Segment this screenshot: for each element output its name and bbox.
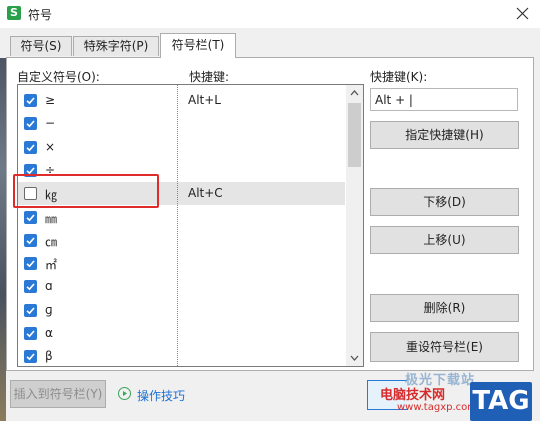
row-symbol: α bbox=[45, 326, 53, 340]
row-hotkey: Alt+C bbox=[188, 186, 223, 201]
tab-symbol-bar[interactable]: 符号栏(T) bbox=[160, 33, 236, 58]
row-checkbox[interactable] bbox=[24, 280, 37, 294]
check-icon bbox=[26, 97, 35, 105]
play-circle-icon bbox=[118, 387, 131, 400]
row-checkbox[interactable] bbox=[24, 117, 37, 131]
list-item[interactable]: − bbox=[18, 112, 345, 135]
scroll-down-icon[interactable] bbox=[346, 349, 363, 366]
row-checkbox[interactable] bbox=[24, 233, 37, 247]
check-icon bbox=[26, 353, 35, 361]
list-scrollbar[interactable] bbox=[346, 85, 363, 366]
row-checkbox[interactable] bbox=[24, 327, 37, 340]
row-checkbox[interactable] bbox=[24, 140, 37, 154]
list-item[interactable]: α bbox=[18, 322, 345, 345]
symbol-dialog: S 符号 符号(S) 特殊字符(P) 符号栏(T) 自定义符号(O): 快捷键:… bbox=[0, 0, 540, 421]
row-symbol: × bbox=[45, 139, 56, 154]
check-icon bbox=[26, 237, 35, 245]
move-up-button[interactable]: 上移(U) bbox=[370, 226, 519, 254]
list-item[interactable]: ≥ Alt+L bbox=[18, 89, 345, 112]
row-checkbox[interactable] bbox=[24, 303, 37, 317]
wps-app-icon: S bbox=[7, 6, 21, 20]
row-symbol: ㎡ bbox=[45, 258, 58, 273]
list-item[interactable]: ㎝ bbox=[18, 229, 345, 252]
check-icon bbox=[26, 283, 35, 291]
custom-symbols-label: 自定义符号(O): bbox=[17, 70, 100, 84]
row-symbol: ɑ bbox=[45, 279, 53, 294]
tab-special-characters[interactable]: 特殊字符(P) bbox=[73, 36, 159, 56]
close-button[interactable] bbox=[510, 2, 534, 26]
close-icon bbox=[516, 7, 528, 20]
watermark-tag-badge: TAG bbox=[470, 382, 532, 421]
assign-hotkey-button[interactable]: 指定快捷键(H) bbox=[370, 121, 519, 149]
window-title: 符号 bbox=[28, 8, 53, 22]
watermark-url: www.tagxp.com bbox=[397, 402, 477, 413]
row-symbol: − bbox=[45, 116, 56, 131]
scroll-up-icon[interactable] bbox=[346, 85, 363, 102]
list-item[interactable]: ɡ bbox=[18, 299, 345, 322]
hotkey-label: 快捷键(K): bbox=[370, 70, 428, 84]
move-down-button[interactable]: 下移(D) bbox=[370, 188, 519, 216]
list-item[interactable]: β bbox=[18, 345, 345, 366]
check-icon bbox=[26, 260, 35, 268]
title-bar: S 符号 bbox=[0, 0, 540, 28]
tab-symbols[interactable]: 符号(S) bbox=[10, 36, 72, 56]
insert-to-symbol-bar-button[interactable]: 插入到符号栏(Y) bbox=[10, 380, 106, 408]
list-item[interactable]: ɑ bbox=[18, 275, 345, 298]
list-item[interactable]: ㎡ bbox=[18, 252, 345, 275]
check-icon bbox=[26, 120, 35, 128]
row-hotkey: Alt+L bbox=[188, 93, 221, 107]
row-symbol: ɡ bbox=[45, 302, 53, 317]
operation-tips-link[interactable]: 操作技巧 bbox=[137, 387, 185, 404]
column-divider bbox=[177, 85, 178, 366]
row-symbol: ㎝ bbox=[45, 234, 58, 249]
custom-symbols-list[interactable]: ≥ Alt+L − × ÷ ㎏ Alt+C ㎜㎝㎡ ɑ ɡ α β bbox=[17, 84, 364, 367]
row-checkbox[interactable] bbox=[24, 350, 37, 364]
delete-button[interactable]: 删除(R) bbox=[370, 294, 519, 322]
check-icon bbox=[26, 307, 35, 315]
check-icon bbox=[26, 330, 35, 338]
watermark-tech-name: 电脑技术网 bbox=[380, 388, 446, 403]
hotkey-column-label: 快捷键: bbox=[189, 70, 230, 84]
row-checkbox[interactable] bbox=[24, 257, 37, 271]
row-symbol: β bbox=[45, 349, 53, 364]
check-icon bbox=[26, 144, 35, 151]
hotkey-input[interactable]: Alt + | bbox=[370, 88, 518, 111]
row-checkbox[interactable] bbox=[24, 94, 37, 107]
scroll-thumb[interactable] bbox=[348, 103, 361, 167]
check-icon bbox=[26, 213, 35, 221]
tab-bar: 符号(S) 特殊字符(P) 符号栏(T) bbox=[0, 28, 540, 58]
highlight-box bbox=[13, 174, 159, 208]
reset-symbol-bar-button[interactable]: 重设符号栏(E) bbox=[370, 332, 519, 362]
list-item[interactable]: × bbox=[18, 136, 345, 159]
row-symbol: ㎜ bbox=[45, 211, 58, 226]
list-item[interactable]: ㎜ bbox=[18, 206, 345, 229]
row-checkbox[interactable] bbox=[24, 210, 37, 224]
row-symbol: ≥ bbox=[45, 93, 56, 107]
